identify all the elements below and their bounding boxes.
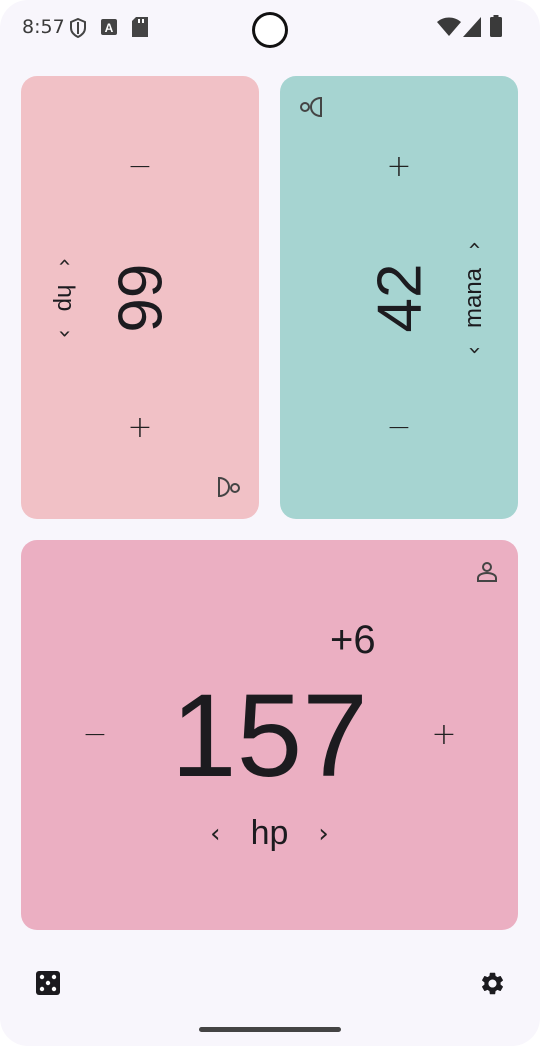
next-label-button-3[interactable]: › xyxy=(318,819,328,849)
counter-value-3: 157 xyxy=(171,670,368,802)
gear-icon[interactable] xyxy=(479,970,506,997)
svg-text:A: A xyxy=(105,21,114,35)
plus-button-1[interactable]: + xyxy=(120,413,160,443)
prev-label-button-1[interactable]: ‹ xyxy=(53,258,78,267)
signal-icon xyxy=(463,17,481,37)
two-player-icon[interactable] xyxy=(300,95,324,119)
counter-panel-2: + − 42 ‹ mana › xyxy=(280,76,518,519)
minus-button-2[interactable]: − xyxy=(379,413,419,443)
shield-icon xyxy=(70,18,86,38)
battery-icon xyxy=(490,15,502,37)
counter-value-3-wrap: 157 xyxy=(21,668,518,804)
counter-label-row-3: ‹ hp › xyxy=(21,814,518,853)
counter-value-2: 42 xyxy=(365,263,435,333)
counter-value-2-wrap: 42 xyxy=(365,264,436,333)
prev-label-button-3[interactable]: ‹ xyxy=(210,819,220,849)
wifi-icon xyxy=(437,17,461,36)
counter-label-2: mana xyxy=(460,267,487,329)
prev-label-button-2[interactable]: ‹ xyxy=(462,346,487,355)
next-label-button-2[interactable]: › xyxy=(462,241,487,250)
delta-value-3: +6 xyxy=(330,618,376,662)
plus-button-2[interactable]: + xyxy=(379,152,419,182)
status-time: 8:57 xyxy=(22,16,65,38)
counter-value-1-wrap: 66 xyxy=(104,264,175,333)
two-player-icon[interactable] xyxy=(216,476,240,498)
counter-label-3: hp xyxy=(250,814,289,852)
camera-cutout xyxy=(252,12,288,48)
next-label-button-1[interactable]: › xyxy=(53,329,78,338)
app-screen: 8:57 A − + 66 ‹ hp › + − 42 ‹ mana › +6 … xyxy=(0,0,540,1046)
status-bar: 8:57 A xyxy=(0,0,540,56)
counter-label-row-1: ‹ hp › xyxy=(51,258,79,338)
counter-label-row-2: ‹ mana › xyxy=(460,241,488,355)
counter-panel-1: − + 66 ‹ hp › xyxy=(21,76,259,519)
a-badge-icon: A xyxy=(101,19,117,35)
dice-icon[interactable] xyxy=(36,971,60,995)
counter-value-1: 66 xyxy=(104,263,174,333)
gesture-nav-bar[interactable] xyxy=(199,1027,341,1032)
sd-card-icon xyxy=(132,17,148,37)
counter-panel-3: +6 − + 157 ‹ hp › xyxy=(21,540,518,930)
counter-label-1: hp xyxy=(52,284,79,312)
minus-button-1[interactable]: − xyxy=(120,152,160,182)
person-icon[interactable] xyxy=(475,560,499,584)
